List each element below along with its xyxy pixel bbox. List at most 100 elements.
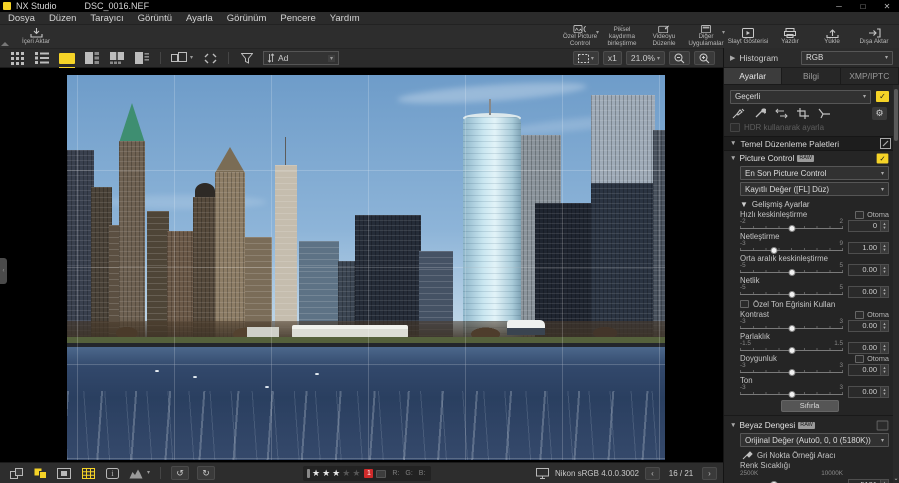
slider-thumb[interactable] xyxy=(788,291,795,298)
panel-scrollbar[interactable]: ⌄ xyxy=(893,85,899,483)
retouch-brush-tool[interactable] xyxy=(732,108,745,119)
auto-checkbox[interactable]: Otoma xyxy=(855,354,889,363)
collapse-arrow-icon[interactable] xyxy=(1,42,9,46)
slider-thumb[interactable] xyxy=(788,347,795,354)
slider-track[interactable] xyxy=(740,391,843,398)
picture-control-mode-dropdown[interactable]: En Son Picture Control ▾ xyxy=(740,166,889,180)
picture-control-header[interactable]: ▼ Picture Control RAW ✓ xyxy=(730,151,889,165)
zoom-in-button[interactable] xyxy=(694,51,715,65)
show-grid-button[interactable] xyxy=(80,467,96,480)
straighten-tool[interactable] xyxy=(775,108,788,119)
menu-yardim[interactable]: Yardım xyxy=(330,13,360,24)
slider-value[interactable]: 0.00 xyxy=(848,342,881,354)
perspective-tool[interactable] xyxy=(818,108,831,119)
picture-control-checkbox[interactable]: ✓ xyxy=(877,153,889,163)
slider-track[interactable] xyxy=(740,369,843,376)
white-balance-header[interactable]: ▼ Beyaz Dengesi RAW xyxy=(730,418,889,432)
maximize-button[interactable]: □ xyxy=(851,0,875,12)
slider-thumb[interactable] xyxy=(788,369,795,376)
menu-gorunum[interactable]: Görünüm xyxy=(227,13,267,24)
value-stepper[interactable]: ▲▼ xyxy=(881,220,889,232)
upload-button[interactable]: Yükle xyxy=(811,25,853,48)
list-view-button[interactable] xyxy=(33,52,51,65)
scroll-down-icon[interactable]: ⌄ xyxy=(893,475,899,482)
slider-value[interactable]: 0.00 xyxy=(848,264,881,276)
auto-checkbox[interactable]: Otoma xyxy=(855,210,889,219)
pixel-shift-merge-button[interactable]: PIXEL Piksel kaydırma birleştirme xyxy=(601,25,643,48)
filmstrip-handle[interactable]: ‹ xyxy=(0,258,7,284)
zoom-100-button[interactable]: x1 xyxy=(603,51,622,65)
export-button[interactable]: Dışa Aktar xyxy=(853,25,895,48)
single-image-view-button[interactable] xyxy=(58,52,76,65)
fullscreen-button[interactable] xyxy=(201,52,219,65)
white-balance-checkbox[interactable] xyxy=(877,420,889,430)
slider-thumb[interactable] xyxy=(770,247,777,254)
value-stepper[interactable]: ▲▼ xyxy=(881,342,889,354)
image-info-view-button[interactable] xyxy=(133,52,151,65)
crop-tool[interactable] xyxy=(797,108,809,119)
tone-curve-checkbox[interactable] xyxy=(740,300,749,308)
slider-track[interactable] xyxy=(740,291,843,298)
image-filmstrip-view-button[interactable] xyxy=(83,52,101,65)
slider-value[interactable]: 0.00 xyxy=(848,286,881,298)
tab-xmp-iptc[interactable]: XMP/IPTC xyxy=(841,68,899,84)
show-histogram-button[interactable]: ▾ xyxy=(128,467,144,480)
value-stepper[interactable]: ▲▼ xyxy=(881,286,889,298)
slider-value[interactable]: 0.00 xyxy=(848,364,881,376)
star-icon[interactable]: ★ xyxy=(352,469,360,478)
star-icon[interactable]: ★ xyxy=(332,469,340,478)
histogram-header[interactable]: ▶ Histogram RGB ▾ xyxy=(724,48,899,68)
apply-adjustments-checkbox[interactable]: ✓ xyxy=(876,91,889,102)
show-info-button[interactable]: i xyxy=(104,467,120,480)
close-button[interactable]: ✕ xyxy=(875,0,899,12)
settings-gear-button[interactable]: ⚙ xyxy=(872,107,887,120)
tab-bilgi[interactable]: Bilgi xyxy=(782,68,840,84)
slider-track[interactable] xyxy=(740,225,843,232)
side-by-side-button[interactable] xyxy=(32,467,48,480)
rotate-right-button[interactable]: ↻ xyxy=(197,466,215,480)
picture-control-preset-dropdown[interactable]: Kayıtlı Değer ([FL] Düz) ▾ xyxy=(740,182,889,196)
temperature-value[interactable]: 5181 xyxy=(848,479,881,483)
slider-value[interactable]: 1.00 xyxy=(848,242,881,254)
menu-pencere[interactable]: Pencere xyxy=(280,13,315,24)
histogram-channel-dropdown[interactable]: RGB ▾ xyxy=(801,51,893,65)
slider-track[interactable] xyxy=(740,269,843,276)
value-stepper[interactable]: ▲▼ xyxy=(881,364,889,376)
compare-before-after-button[interactable] xyxy=(8,467,24,480)
auto-checkbox[interactable]: Otoma xyxy=(855,310,889,319)
reset-button[interactable]: Sıfırla xyxy=(781,400,839,412)
menu-goruntu[interactable]: Görüntü xyxy=(138,13,172,24)
filter-button[interactable] xyxy=(238,52,256,65)
tab-ayarlar[interactable]: Ayarlar xyxy=(724,68,782,84)
value-stepper[interactable]: ▲▼ xyxy=(881,479,889,483)
other-apps-button[interactable]: ▾ Diğer Uygulamalar xyxy=(685,25,727,48)
star-icon[interactable]: ★ xyxy=(322,469,330,478)
fit-screen-button[interactable]: ▾ xyxy=(573,51,599,65)
version-dropdown[interactable]: Geçerli ▾ xyxy=(730,90,871,104)
slider-thumb[interactable] xyxy=(788,325,795,332)
menu-tarayici[interactable]: Tarayıcı xyxy=(90,13,123,24)
slider-track[interactable] xyxy=(740,347,843,354)
previous-image-button[interactable]: ‹ xyxy=(645,467,660,480)
value-stepper[interactable]: ▲▼ xyxy=(881,320,889,332)
menu-duzen[interactable]: Düzen xyxy=(49,13,76,24)
gray-point-row[interactable]: Gri Nokta Örneği Aracı xyxy=(730,449,889,461)
value-stepper[interactable]: ▲▼ xyxy=(881,264,889,276)
zoom-level-dropdown[interactable]: 21.0% ▾ xyxy=(626,51,665,65)
slider-thumb[interactable] xyxy=(788,391,795,398)
thumbnail-grid-view-button[interactable] xyxy=(8,52,26,65)
star-icon[interactable]: ★ xyxy=(312,469,320,478)
next-image-button[interactable]: › xyxy=(702,467,717,480)
menu-ayarla[interactable]: Ayarla xyxy=(186,13,213,24)
zoom-out-button[interactable] xyxy=(669,51,690,65)
slider-value[interactable]: 0 xyxy=(848,220,881,232)
import-button[interactable]: İçeri Aktar xyxy=(10,25,62,48)
slideshow-button[interactable]: Slayt Gösterisi xyxy=(727,25,769,48)
hdr-checkbox[interactable] xyxy=(730,123,740,132)
slider-thumb[interactable] xyxy=(788,225,795,232)
edit-video-button[interactable]: Videoyu Düzenle xyxy=(643,25,685,48)
print-button[interactable]: Yazdır xyxy=(769,25,811,48)
photo-canvas[interactable] xyxy=(67,75,665,460)
slider-track[interactable] xyxy=(740,325,843,332)
menu-dosya[interactable]: Dosya xyxy=(8,13,35,24)
